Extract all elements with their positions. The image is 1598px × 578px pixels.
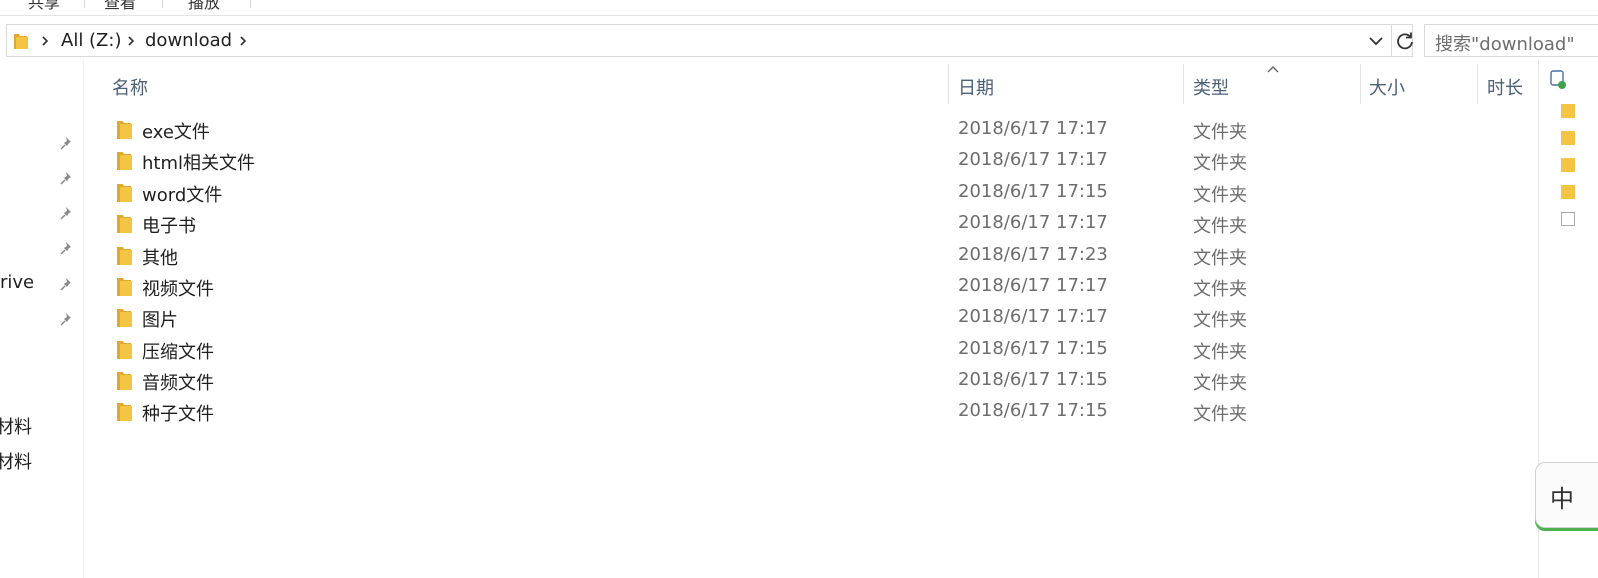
file-name[interactable]: 音频文件 (142, 369, 214, 395)
file-type: 文件夹 (1193, 342, 1247, 363)
folder-icon (117, 247, 132, 265)
folder-icon (14, 34, 28, 49)
file-row[interactable]: 电子书 2018/6/17 17:17 文件夹 (108, 208, 1536, 239)
chevron-right-icon[interactable] (41, 35, 49, 47)
ribbon-tab-view[interactable]: 查看 (104, 0, 136, 13)
refresh-icon[interactable] (1395, 31, 1415, 51)
ribbon-divider (84, 0, 85, 8)
file-type: 文件夹 (1193, 122, 1247, 143)
file-date: 2018/6/17 17:15 (958, 400, 1108, 421)
pin-icon[interactable] (58, 239, 76, 257)
folder-icon (117, 184, 132, 202)
navigation-pane: rive 材料 材料 (0, 60, 84, 578)
folder-icon (117, 278, 132, 296)
ribbon-divider (162, 0, 163, 8)
ribbon-divider (250, 0, 251, 8)
column-divider[interactable] (1183, 64, 1184, 104)
folder-icon (117, 372, 132, 390)
file-name[interactable]: 其他 (142, 244, 178, 270)
folder-icon (1561, 158, 1575, 172)
folder-icon (117, 403, 132, 421)
file-type: 文件夹 (1193, 404, 1247, 425)
file-type: 文件夹 (1193, 248, 1247, 269)
file-type: 文件夹 (1193, 279, 1247, 300)
file-name[interactable]: 电子书 (142, 212, 196, 238)
column-header-size[interactable]: 大小 (1369, 74, 1405, 100)
breadcrumb-drive[interactable]: All (Z:) (61, 30, 121, 51)
pin-icon[interactable] (58, 169, 76, 187)
folder-icon (117, 215, 132, 233)
sort-ascending-icon (1267, 66, 1279, 73)
pin-icon[interactable] (58, 275, 76, 293)
file-name[interactable]: html相关文件 (142, 149, 255, 175)
chevron-right-icon[interactable] (239, 35, 247, 47)
column-header-type[interactable]: 类型 (1193, 74, 1229, 100)
file-date: 2018/6/17 17:17 (958, 149, 1108, 170)
file-type: 文件夹 (1193, 185, 1247, 206)
file-date: 2018/6/17 17:15 (958, 181, 1108, 202)
file-row[interactable]: exe文件 2018/6/17 17:17 文件夹 (108, 114, 1536, 145)
column-divider[interactable] (1360, 64, 1361, 104)
pin-icon[interactable] (58, 134, 76, 152)
nav-item-materials[interactable]: 材料 (0, 448, 32, 474)
file-row[interactable]: word文件 2018/6/17 17:15 文件夹 (108, 177, 1536, 208)
file-type: 文件夹 (1193, 310, 1247, 331)
file-row[interactable]: 音频文件 2018/6/17 17:15 文件夹 (108, 365, 1536, 396)
folder-icon (117, 341, 132, 359)
address-divider (1391, 25, 1392, 56)
input-method-widget[interactable]: 中 (1535, 462, 1598, 528)
folder-icon (117, 121, 132, 139)
address-bar[interactable]: All (Z:) download (6, 24, 1413, 57)
file-type: 文件夹 (1193, 153, 1247, 174)
pin-icon[interactable] (58, 310, 76, 328)
file-name[interactable]: exe文件 (142, 118, 210, 144)
nav-item-materials[interactable]: 材料 (0, 413, 32, 439)
file-date: 2018/6/17 17:17 (958, 275, 1108, 296)
file-name[interactable]: 压缩文件 (142, 338, 214, 364)
search-placeholder: 搜索"download" (1435, 34, 1575, 55)
folder-icon (117, 309, 132, 327)
file-name[interactable]: 图片 (142, 306, 178, 332)
file-icon (1561, 212, 1575, 226)
file-name[interactable]: 视频文件 (142, 275, 214, 301)
folder-icon (117, 152, 132, 170)
file-date: 2018/6/17 17:23 (958, 244, 1108, 265)
file-date: 2018/6/17 17:15 (958, 369, 1108, 390)
breadcrumb-download[interactable]: download (145, 30, 232, 51)
file-date: 2018/6/17 17:17 (958, 306, 1108, 327)
input-method-label: 中 (1550, 485, 1574, 513)
search-input[interactable]: 搜索"download" (1424, 24, 1598, 57)
nav-item-drive[interactable]: rive (0, 272, 34, 293)
file-type: 文件夹 (1193, 373, 1247, 394)
file-date: 2018/6/17 17:17 (958, 212, 1108, 233)
column-header-duration[interactable]: 时长 (1487, 74, 1523, 100)
ribbon-tab-play[interactable]: 播放 (188, 0, 220, 13)
file-row[interactable]: 压缩文件 2018/6/17 17:15 文件夹 (108, 334, 1536, 365)
file-row[interactable]: 其他 2018/6/17 17:23 文件夹 (108, 240, 1536, 271)
chevron-down-icon[interactable] (1367, 34, 1385, 48)
file-row[interactable]: html相关文件 2018/6/17 17:17 文件夹 (108, 145, 1536, 176)
folder-icon (1561, 104, 1575, 118)
file-date: 2018/6/17 17:17 (958, 118, 1108, 139)
folder-icon (1561, 131, 1575, 145)
ribbon-tabs: 共享 查看 播放 (0, 0, 1598, 16)
file-name[interactable]: word文件 (142, 181, 222, 207)
ribbon-tab-share[interactable]: 共享 (28, 0, 60, 13)
folder-icon (1561, 185, 1575, 199)
file-name[interactable]: 种子文件 (142, 400, 214, 426)
file-row[interactable]: 图片 2018/6/17 17:17 文件夹 (108, 302, 1536, 333)
chevron-right-icon[interactable] (127, 35, 135, 47)
file-type: 文件夹 (1193, 216, 1247, 237)
column-header-name[interactable]: 名称 (112, 74, 148, 100)
column-divider[interactable] (948, 64, 949, 104)
shield-icon[interactable] (1549, 68, 1567, 90)
column-header-date[interactable]: 日期 (958, 74, 994, 100)
file-row[interactable]: 视频文件 2018/6/17 17:17 文件夹 (108, 271, 1536, 302)
column-divider[interactable] (1477, 64, 1478, 104)
pin-icon[interactable] (58, 204, 76, 222)
file-date: 2018/6/17 17:15 (958, 338, 1108, 359)
file-row[interactable]: 种子文件 2018/6/17 17:15 文件夹 (108, 396, 1536, 427)
